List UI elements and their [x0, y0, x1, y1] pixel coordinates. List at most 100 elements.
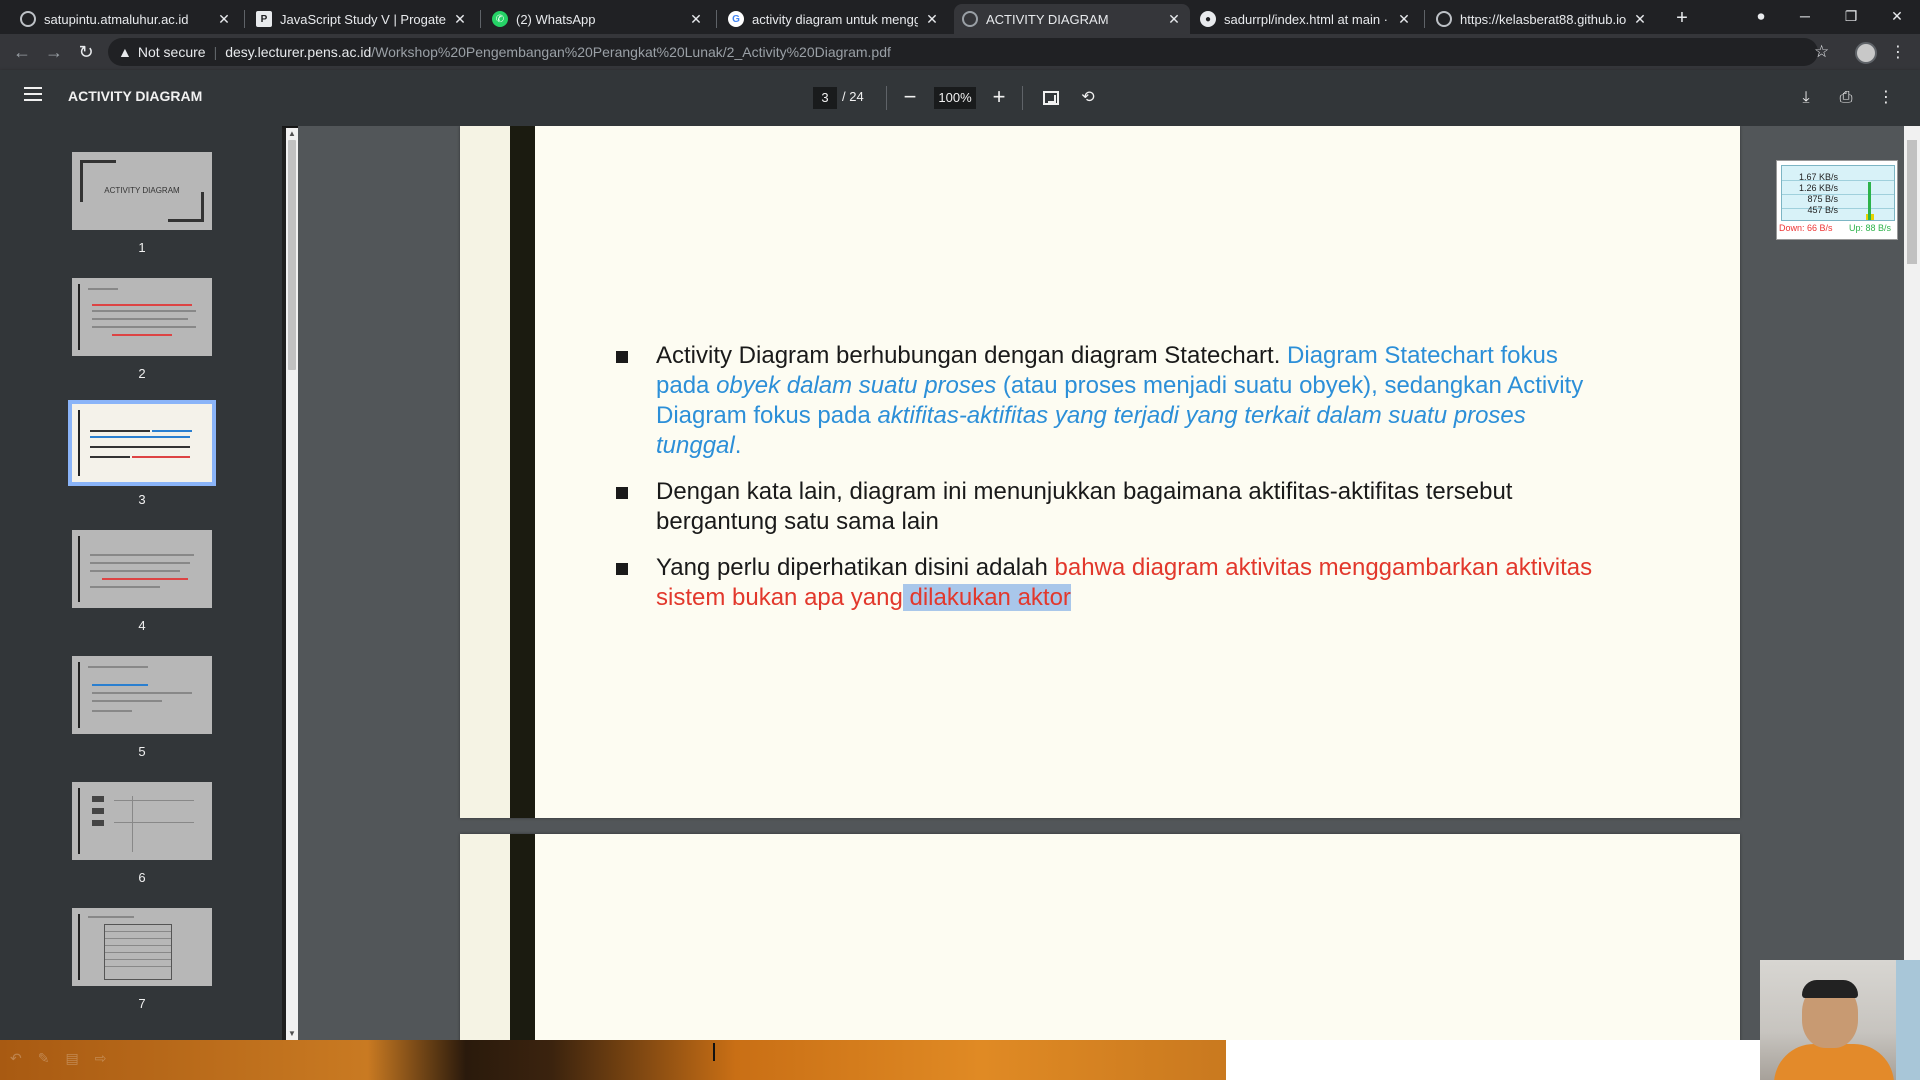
tab-title: JavaScript Study V | Progate - Be	[280, 11, 446, 27]
thumb-cover-title: ACTIVITY DIAGRAM	[104, 186, 180, 195]
close-icon[interactable]: ✕	[688, 11, 704, 28]
thumbnail-label: 1	[138, 240, 146, 255]
page-dark-bar	[510, 126, 535, 818]
thumb-line	[92, 820, 104, 826]
thumbnail-page-6[interactable]	[72, 782, 212, 860]
viewer-scrollbar[interactable]	[1904, 126, 1920, 1040]
pdf-page-3: Activity Diagram berhubungan dengan diag…	[460, 126, 1740, 818]
reload-button[interactable]: ↻	[74, 40, 98, 64]
close-icon[interactable]: ✕	[452, 11, 468, 28]
thumbnail-page-5[interactable]	[72, 656, 212, 734]
thumb-line	[102, 578, 188, 580]
tab-divider	[480, 10, 481, 28]
overlay-toolbar-icons: ↶✎▤⇨	[10, 1050, 123, 1066]
thumb-grid	[104, 924, 172, 980]
new-tab-button[interactable]: +	[1670, 6, 1694, 30]
network-graph: 1.67 KB/s 1.26 KB/s 875 B/s 457 B/s	[1781, 165, 1895, 221]
download-rate: Down: 66 B/s	[1779, 223, 1833, 233]
scroll-down-arrow-icon[interactable]: ▼	[286, 1028, 298, 1040]
thumb-line	[152, 430, 192, 432]
bullet3-text: Yang perlu diperhatikan disini adalah	[656, 554, 1055, 581]
sidebar-scroll-thumb[interactable]	[288, 140, 296, 370]
viewer-scroll-thumb[interactable]	[1907, 140, 1917, 264]
tab-satupintu[interactable]: satupintu.atmaluhur.ac.id ✕	[12, 4, 240, 34]
rotate-icon[interactable]: ⟲	[1076, 86, 1100, 110]
print-icon[interactable]: ⎙	[1834, 86, 1858, 110]
thumb-line	[92, 700, 162, 702]
presenter-body	[1774, 1044, 1894, 1080]
thumbnail-page-7[interactable]	[72, 908, 212, 986]
thumb-line	[92, 796, 104, 802]
tab-title: (2) WhatsApp	[516, 11, 596, 27]
download-icon[interactable]: ⤓	[1794, 86, 1818, 110]
thumb-line	[92, 684, 148, 686]
whatsapp-icon: ✆	[492, 11, 508, 27]
close-icon[interactable]: ✕	[1166, 11, 1182, 28]
thumbnail-sidebar: ACTIVITY DIAGRAM 1 2 3 4 5 6 7	[0, 126, 282, 1046]
security-label[interactable]: Not secure	[138, 44, 206, 60]
close-icon[interactable]: ✕	[216, 11, 232, 28]
thumb-bar	[78, 914, 80, 980]
close-icon[interactable]: ✕	[1396, 11, 1412, 28]
bullet-item: Yang perlu diperhatikan disini adalah ba…	[616, 553, 1616, 613]
pdf-toolbar: ACTIVITY DIAGRAM 3 / 24 − 100% + ⟲ ⤓ ⎙ ⋮	[0, 70, 1920, 126]
thumb-bar	[78, 410, 80, 476]
zoom-in-button[interactable]: +	[985, 84, 1013, 112]
tab-activity-diagram[interactable]: ACTIVITY DIAGRAM ✕	[954, 4, 1190, 34]
graph-spike	[1868, 182, 1871, 220]
webcam-overlay	[1760, 960, 1920, 1080]
thumb-line	[114, 822, 194, 823]
document-title: ACTIVITY DIAGRAM	[68, 88, 203, 104]
text-cursor-icon	[713, 1043, 715, 1061]
restore-button[interactable]: ❐	[1828, 0, 1874, 34]
bullet-square-icon	[616, 563, 628, 575]
thumbnail-page-2[interactable]	[72, 278, 212, 356]
close-icon[interactable]: ✕	[924, 11, 940, 28]
bookmark-star-icon[interactable]: ☆	[1814, 42, 1829, 62]
profile-avatar[interactable]	[1855, 42, 1877, 64]
fit-page-icon[interactable]	[1043, 91, 1059, 105]
tab-google-search[interactable]: G activity diagram untuk menggam ✕	[720, 4, 948, 34]
thumb-line	[92, 310, 196, 312]
back-button[interactable]: ←	[10, 40, 34, 64]
thumbnail-page-3[interactable]	[68, 400, 216, 486]
address-bar[interactable]: ▲ Not secure | desy.lecturer.pens.ac.id /…	[108, 38, 1818, 66]
thumb-line	[90, 570, 180, 572]
progate-icon: P	[256, 11, 272, 27]
browser-menu-icon[interactable]: ⋮	[1890, 42, 1906, 62]
zoom-out-button[interactable]: −	[896, 84, 924, 112]
url-path: /Workshop%20Pengembangan%20Perangkat%20L…	[371, 44, 891, 60]
menu-icon[interactable]	[24, 87, 42, 101]
thumbnail-page-4[interactable]	[72, 530, 212, 608]
tab-kelasberat[interactable]: https://kelasberat88.github.io/s ✕	[1428, 4, 1656, 34]
close-window-button[interactable]: ✕	[1874, 0, 1920, 34]
upload-rate: Up: 88 B/s	[1849, 223, 1892, 233]
scroll-up-arrow-icon[interactable]: ▲	[286, 128, 298, 140]
zoom-input[interactable]: 100%	[934, 87, 976, 109]
sidebar-scrollbar[interactable]: ▲ ▼	[286, 128, 298, 1040]
thumbnail-label: 2	[138, 366, 146, 381]
thumb-bar	[78, 536, 80, 602]
thumb-line	[112, 334, 172, 336]
browser-toolbar: ← → ↻ ▲ Not secure | desy.lecturer.pens.…	[0, 34, 1920, 70]
more-options-icon[interactable]: ⋮	[1874, 86, 1898, 110]
media-control-icon[interactable]: ⏺	[1738, 0, 1784, 34]
forward-button[interactable]: →	[42, 40, 66, 64]
tab-github[interactable]: ● sadurrpl/index.html at main · kel ✕	[1192, 4, 1420, 34]
bullet2-text: Dengan kata lain, diagram ini menunjukka…	[656, 478, 1513, 535]
bullet-square-icon	[616, 351, 628, 363]
thumbnail-label: 5	[138, 744, 146, 759]
thumb-decoration	[80, 160, 116, 202]
github-icon: ●	[1200, 11, 1216, 27]
thumb-line	[132, 796, 133, 852]
network-value: 1.26 KB/s	[1798, 183, 1838, 193]
warning-icon[interactable]: ▲	[118, 44, 132, 60]
page-number-input[interactable]: 3	[813, 87, 837, 109]
tab-progate[interactable]: P JavaScript Study V | Progate - Be ✕	[248, 4, 476, 34]
tab-title: sadurrpl/index.html at main · kel	[1224, 11, 1390, 27]
bullet1-blue-text: .	[734, 432, 742, 459]
minimize-button[interactable]: ─	[1782, 0, 1828, 34]
close-icon[interactable]: ✕	[1632, 11, 1648, 28]
thumbnail-page-1[interactable]: ACTIVITY DIAGRAM	[72, 152, 212, 230]
tab-whatsapp[interactable]: ✆ (2) WhatsApp ✕	[484, 4, 712, 34]
